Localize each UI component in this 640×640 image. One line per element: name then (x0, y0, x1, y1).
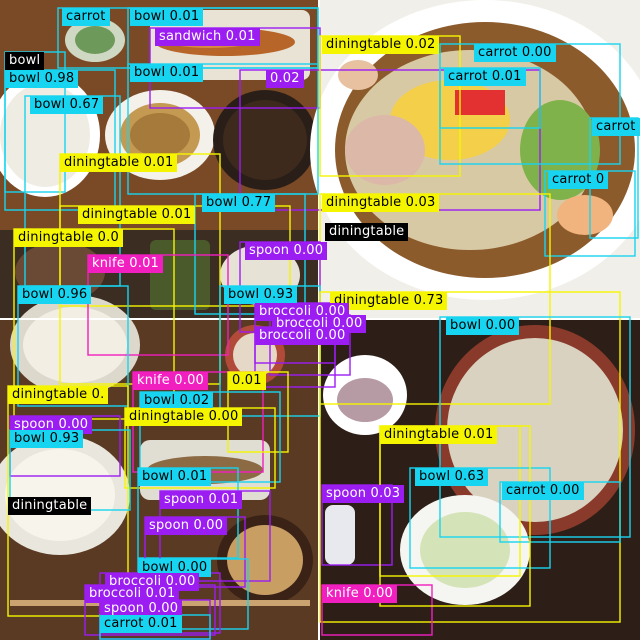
detection-label-spoon: spoon 0.01 (160, 491, 243, 509)
detection-label-spoon: spoon 0.00 (245, 242, 328, 260)
detection-label-dark: diningtable (325, 223, 409, 241)
detection-label-spoon: spoon 0.00 (145, 517, 228, 535)
detection-label-carrot: carrot 0 (548, 171, 609, 189)
detection-label-dark: bowl (5, 52, 45, 70)
detection-label-bowl: bowl 0.96 (18, 286, 92, 304)
detection-label-sandwich: 0.02 (266, 70, 304, 88)
detection-label-bowl: bowl 0.93 (10, 430, 84, 448)
detection-label-diningtable: diningtable 0.01 (380, 426, 498, 444)
detection-label-spoon: spoon 0.03 (322, 485, 405, 503)
detection-label-bowl: bowl 0.98 (5, 70, 79, 88)
detection-label-diningtable: diningtable 0.01 (60, 154, 178, 172)
detection-label-carrot: carrot 0.01 (444, 68, 526, 86)
detection-label-bowl: bowl 0.77 (202, 194, 276, 212)
detection-label-diningtable: diningtable 0. (8, 386, 109, 404)
detection-label-sandwich: sandwich 0.01 (155, 28, 260, 46)
detection-label-diningtable: diningtable 0.02 (322, 36, 440, 54)
detection-label-dark: diningtable (8, 497, 92, 515)
detection-label-knife: knife 0.00 (322, 585, 398, 603)
detection-label-bowl: bowl 0.01 (130, 8, 204, 26)
detection-label-knife: knife 0.01 (88, 255, 164, 273)
detection-label-diningtable: diningtable 0.0 (14, 229, 123, 247)
detection-label-carrot: carrot 0.00 (502, 482, 584, 500)
detection-label-bowl: bowl 0.00 (446, 317, 520, 335)
detection-label-broccoli: broccoli 0.00 (255, 327, 350, 345)
detection-label-bowl: bowl 0.01 (138, 468, 212, 486)
detection-label-diningtable: diningtable 0.01 (78, 206, 196, 224)
detection-label-diningtable: diningtable 0.00 (125, 408, 243, 426)
detection-label-bowl: bowl 0.63 (415, 468, 489, 486)
detection-label-carrot: carrot (592, 118, 640, 136)
detection-label-bowl: bowl 0.67 (30, 96, 104, 114)
detection-collage: carrot bowl 0.01 sandwich 0.01 bowl bowl 0.9… (0, 0, 640, 640)
detection-label-bowl: bowl 0.93 (224, 286, 298, 304)
detection-label-diningtable: diningtable 0.03 (322, 194, 440, 212)
detection-label-diningtable: 0.01 (228, 372, 266, 390)
detection-label-carrot: carrot (62, 8, 110, 26)
detection-label-carrot: carrot 0.01 (100, 615, 182, 633)
detection-label-bowl: bowl 0.01 (130, 64, 204, 82)
detection-label-knife: knife 0.00 (133, 372, 209, 390)
detection-label-carrot: carrot 0.00 (474, 44, 556, 62)
